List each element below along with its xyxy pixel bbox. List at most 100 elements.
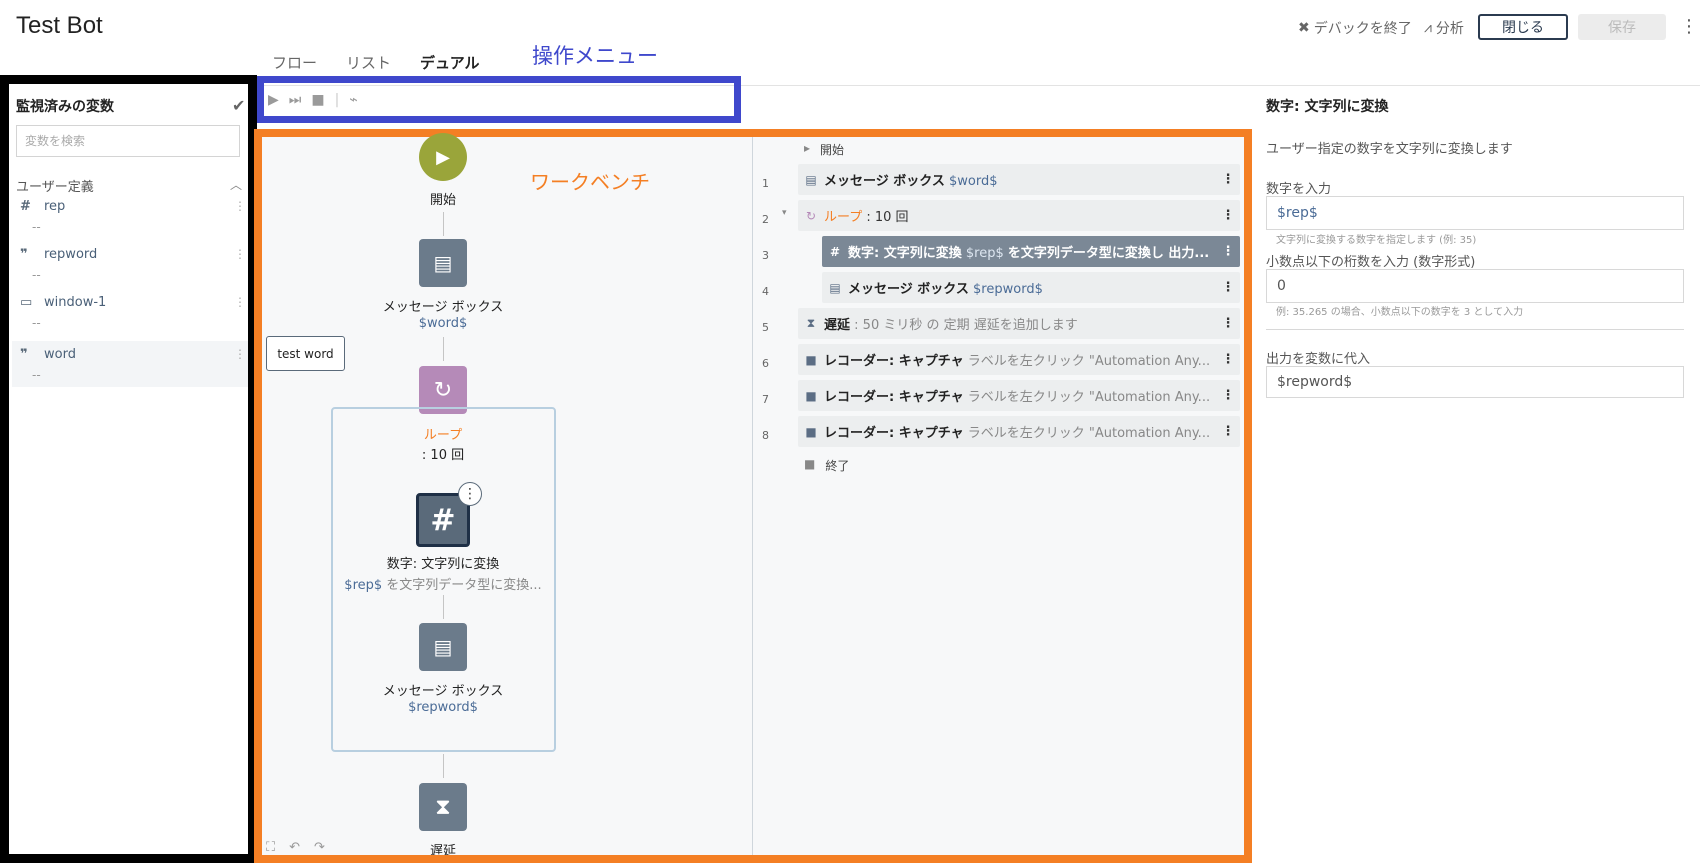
list-item-desc: : 10 回 [866, 210, 909, 225]
variable-value: -- [32, 368, 41, 382]
run-icon[interactable]: ▶ [268, 92, 279, 108]
variable-name: repword [44, 247, 98, 262]
stop-icon[interactable]: ■ [311, 92, 324, 108]
line-number: 1 [762, 177, 769, 190]
kebab-icon[interactable]: ⋮ [1216, 316, 1240, 331]
number-icon: # [20, 199, 31, 214]
chevron-up-icon[interactable]: ︿ [230, 176, 242, 193]
kebab-icon[interactable]: ⋮ [1216, 424, 1240, 439]
close-button[interactable]: 閉じる [1478, 14, 1568, 40]
properties-title: 数字: 文字列に変換 [1266, 99, 1389, 115]
list-start[interactable]: ▸ 開始 [804, 141, 844, 158]
variable-value: -- [32, 220, 41, 234]
list-item-title: レコーダー: キャプチャ [824, 390, 964, 405]
variable-tooltip: test word [266, 336, 345, 371]
tab-dual[interactable]: デュアル [420, 52, 480, 73]
hourglass-icon[interactable]: ⧗ [419, 783, 467, 831]
message-box-icon: ▤ [829, 280, 841, 295]
flow-num-to-str-desc: $rep$ を文字列データ型に変換... [323, 574, 563, 593]
fit-screen-icon[interactable]: ⛶ [266, 840, 275, 855]
output-variable-label: 出力を変数に代入 [1266, 352, 1371, 367]
kebab-icon[interactable]: ⋮ [1216, 208, 1240, 223]
list-item-recorder-1[interactable]: ■ レコーダー: キャプチャ ラベルを左クリック "Automation Any… [798, 344, 1240, 375]
message-box-icon: ▤ [805, 172, 817, 187]
list-item-delay[interactable]: ⧗ 遅延 : 50 ミリ秒 の 定期 遅延を追加します ⋮ [798, 308, 1240, 339]
zoom-controls: ⛶ ↶ ↷ [266, 840, 325, 855]
list-item-title: ループ [824, 210, 863, 225]
list-item-title: メッセージ ボックス [824, 174, 945, 189]
line-number: 8 [762, 429, 769, 442]
variable-item-rep[interactable]: # rep -- ⋮ [12, 193, 248, 239]
flow-msgbox1-label: メッセージ ボックス [382, 300, 504, 315]
kebab-icon[interactable]: ⋮ [1216, 172, 1240, 187]
toolbar: ▶ ⏭ ■ | ⌁ [264, 83, 734, 116]
variable-name: word [44, 347, 76, 362]
save-button[interactable]: 保存 [1578, 14, 1666, 40]
line-number: 4 [762, 285, 769, 298]
list-item-loop[interactable]: ↻ ループ : 10 回 ⋮ [798, 200, 1240, 231]
pane-divider[interactable] [752, 137, 753, 855]
kebab-icon[interactable]: ⋮ [1216, 388, 1240, 403]
message-box-icon[interactable]: ▤ [419, 623, 467, 671]
message-box-icon[interactable]: ▤ [419, 239, 467, 287]
list-end[interactable]: ■ 終了 [804, 457, 849, 474]
toolbar-divider: | [334, 91, 340, 108]
variable-item-repword[interactable]: ❞ repword -- ⋮ [12, 241, 248, 287]
kebab-icon[interactable]: ⋮ [1216, 352, 1240, 367]
connector [443, 754, 444, 778]
variable-name: rep [44, 199, 66, 214]
variable-search-input[interactable] [16, 125, 240, 157]
kebab-icon[interactable]: ⋮ [1216, 244, 1240, 259]
camera-icon: ■ [805, 352, 817, 367]
node-kebab-icon[interactable]: ⋮ [458, 482, 482, 506]
line-number: 7 [762, 393, 769, 406]
collapse-icon[interactable]: ▾ [782, 208, 787, 218]
kebab-icon[interactable]: ⋮ [234, 347, 246, 361]
analyze-button[interactable]: ⩘ 分析 [1424, 18, 1464, 38]
list-item-recorder-2[interactable]: ■ レコーダー: キャプチャ ラベルを左クリック "Automation Any… [798, 380, 1240, 411]
line-number: 6 [762, 357, 769, 370]
tab-list[interactable]: リスト [346, 52, 391, 73]
list-end-label: 終了 [825, 459, 850, 473]
list-item-title: 遅延 [824, 318, 851, 333]
annotation-menu: 操作メニュー [532, 44, 658, 68]
breakpoint-icon[interactable]: ⌁ [349, 92, 357, 108]
list-item-var: $repword$ [973, 282, 1043, 297]
flow-num-to-str-text: を文字列データ型に変換... [386, 578, 542, 593]
close-x-icon: ✖ [1298, 20, 1310, 36]
variable-item-word[interactable]: ❞ word -- ⋮ [12, 341, 248, 387]
kebab-icon[interactable]: ⋮ [234, 199, 246, 213]
list-item-msgbox-2[interactable]: ▤ メッセージ ボックス $repword$ ⋮ [822, 272, 1240, 303]
check-icon[interactable]: ✔ [232, 96, 245, 115]
variable-value: -- [32, 316, 41, 330]
list-item-recorder-3[interactable]: ■ レコーダー: キャプチャ ラベルを左クリック "Automation Any… [798, 416, 1240, 447]
number-input-field[interactable] [1266, 196, 1684, 230]
decimal-input-hint: 例: 35.265 の場合、小数点以下の数字を 3 として入力 [1276, 307, 1524, 318]
list-item-num-to-str[interactable]: # 数字: 文字列に変換 $rep$ を文字列データ型に変換し 出力... ⋮ [822, 236, 1240, 267]
variable-name: window-1 [44, 295, 107, 310]
list-item-var: $rep$ [965, 246, 1004, 261]
list-item-msgbox-1[interactable]: ▤ メッセージ ボックス $word$ ⋮ [798, 164, 1240, 195]
undo-icon[interactable]: ↶ [289, 840, 300, 855]
output-variable-field[interactable] [1266, 366, 1684, 398]
tab-flow[interactable]: フロー [272, 52, 317, 73]
debug-end-label: デバックを終了 [1313, 21, 1412, 37]
connector [443, 595, 444, 619]
kebab-icon[interactable]: ⋮ [1216, 280, 1240, 295]
line-number: 3 [762, 249, 769, 262]
properties-separator [1266, 329, 1684, 330]
kebab-icon[interactable]: ⋮ [234, 295, 246, 309]
start-play-icon[interactable]: ▶ [419, 133, 467, 181]
list-item-title: メッセージ ボックス [848, 282, 969, 297]
step-icon[interactable]: ⏭ [289, 92, 302, 108]
line-number: 2 [762, 213, 769, 226]
variable-value: -- [32, 268, 41, 282]
more-menu-icon[interactable]: ⋮ [1680, 16, 1698, 37]
kebab-icon[interactable]: ⋮ [234, 247, 246, 261]
quote-icon: ❞ [20, 347, 28, 362]
debug-end-button[interactable]: ✖ デバックを終了 [1298, 18, 1412, 38]
decimal-input-field[interactable] [1266, 269, 1684, 303]
redo-icon[interactable]: ↷ [314, 840, 325, 855]
flow-loop-label: ループ [423, 428, 463, 443]
variable-item-window-1[interactable]: ▭ window-1 -- ⋮ [12, 289, 248, 335]
